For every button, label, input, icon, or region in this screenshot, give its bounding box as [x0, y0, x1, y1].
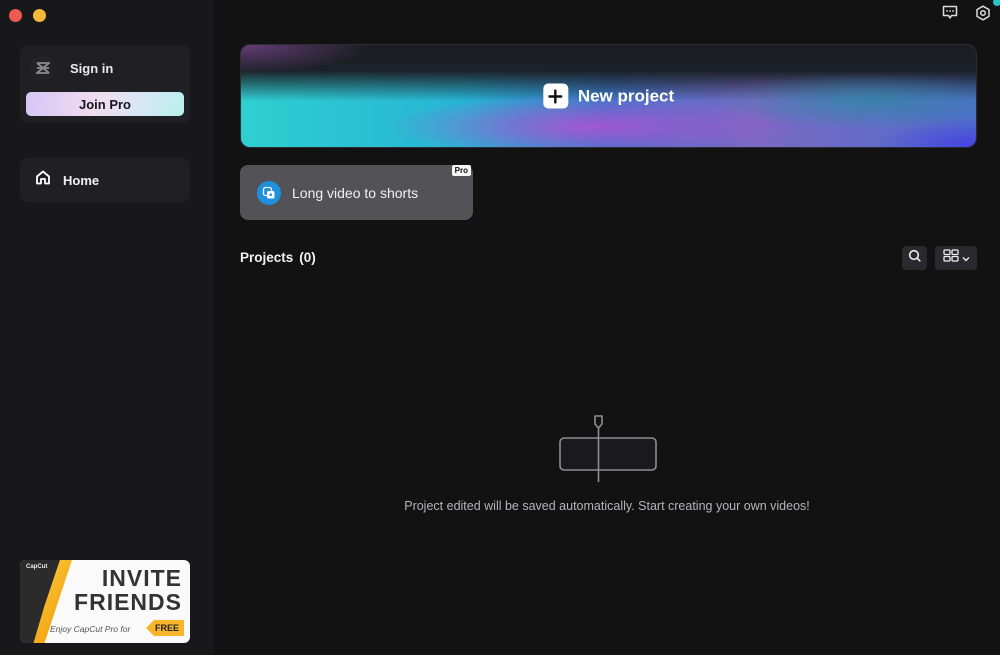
- capcut-logo-icon: [30, 55, 56, 81]
- sidebar-item-label: Home: [63, 172, 100, 188]
- long-video-label: Long video to shorts: [292, 184, 419, 201]
- settings-button[interactable]: [974, 4, 992, 26]
- notification-dot: [993, 0, 1000, 6]
- new-project-button[interactable]: New project: [240, 44, 977, 148]
- search-projects-button[interactable]: [902, 246, 927, 270]
- invite-friends-banner[interactable]: CapCut INVITE FRIENDS Enjoy CapCut Pro f…: [20, 560, 190, 643]
- banner-subtitle: Enjoy CapCut Pro for: [50, 624, 131, 634]
- window-controls: [9, 9, 46, 22]
- free-tag: FREE: [145, 620, 184, 636]
- capcut-app: Sign in Join Pro Home CapCut INVITE FRIE…: [0, 0, 1000, 655]
- feedback-button[interactable]: [941, 5, 959, 25]
- join-pro-button[interactable]: Join Pro: [26, 92, 184, 116]
- grid-view-icon: [942, 249, 959, 267]
- long-video-to-shorts-button[interactable]: Long video to shorts Pro: [240, 165, 473, 220]
- banner-title-line1: INVITE: [101, 565, 182, 591]
- plus-icon: [542, 83, 568, 109]
- sign-in-button[interactable]: Sign in: [30, 55, 113, 81]
- empty-state-message: Project edited will be saved automatical…: [0, 499, 1000, 513]
- banner-title-line2: FRIENDS: [74, 589, 182, 615]
- projects-title: Projects: [240, 250, 294, 265]
- account-card: Sign in Join Pro: [20, 45, 190, 123]
- close-window-button[interactable]: [9, 9, 22, 22]
- long-video-icon: [257, 180, 281, 205]
- sidebar: Sign in Join Pro Home CapCut INVITE FRIE…: [0, 0, 214, 655]
- projects-heading: Projects (0): [240, 250, 316, 265]
- home-icon: [35, 170, 51, 190]
- empty-state-text: Project edited will be saved automatical…: [404, 499, 810, 513]
- new-project-label: New project: [577, 86, 675, 105]
- banner-title: INVITE FRIENDS: [74, 566, 182, 614]
- empty-timeline-illustration: [558, 414, 658, 484]
- view-mode-dropdown[interactable]: [935, 246, 977, 270]
- chevron-down-icon: [962, 249, 970, 267]
- pro-badge: Pro: [451, 165, 471, 176]
- sign-in-label: Sign in: [70, 60, 114, 76]
- banner-brand: CapCut: [26, 564, 48, 570]
- feedback-icon: [942, 5, 958, 25]
- new-project-content: New project: [542, 83, 675, 109]
- projects-count: (0): [299, 250, 316, 265]
- settings-icon: [975, 4, 991, 26]
- minimize-window-button[interactable]: [33, 9, 46, 22]
- search-icon: [908, 249, 921, 267]
- sidebar-item-home[interactable]: Home: [20, 158, 190, 202]
